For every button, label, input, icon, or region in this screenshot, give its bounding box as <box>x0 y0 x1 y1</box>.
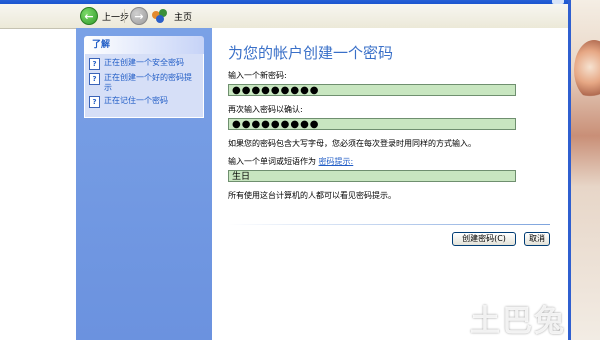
sidebar-item-password-hint[interactable]: ? 正在创建一个好的密码提示 <box>89 73 199 93</box>
panel-header[interactable]: 了解 <box>84 36 204 54</box>
watermark-logo: 土巴兔 <box>470 304 566 339</box>
users-home-icon <box>152 9 170 23</box>
hint-visible-note: 所有使用这台计算机的人都可以看见密码提示。 <box>228 191 396 200</box>
new-password-label: 输入一个新密码: <box>228 71 287 80</box>
sidebar-item-secure-password[interactable]: ? 正在创建一个安全密码 <box>89 58 199 70</box>
learn-about-panel: 了解 ? 正在创建一个安全密码 ? 正在创建一个好的密码提示 ? 正在记住一个密… <box>84 36 204 118</box>
create-password-button[interactable]: 创建密码(C) <box>452 232 516 246</box>
password-hint-link[interactable]: 密码提示: <box>319 157 354 166</box>
help-icon: ? <box>89 96 100 108</box>
sidebar-item-label: 正在创建一个好的密码提示 <box>104 73 192 92</box>
confirm-password-label: 再次输入密码以确认: <box>228 105 303 114</box>
caps-note: 如果您的密码包含大写字母，您必须在每次登录时用同样的方式输入。 <box>228 139 476 148</box>
back-button[interactable]: ← 上一步 <box>80 7 129 25</box>
user-accounts-window: ← 上一步 → 主页 了解 ? 正在创建一个安全密码 ? 正在创建一个好的密码提… <box>0 0 571 340</box>
cancel-button[interactable]: 取消 <box>524 232 550 246</box>
password-hint-field[interactable]: 生日 <box>228 170 516 182</box>
confirm-password-field[interactable]: ●●●●●●●●● <box>228 118 516 130</box>
sidebar-item-remember-password[interactable]: ? 正在记住一个密码 <box>89 96 199 108</box>
help-icon: ? <box>89 73 100 85</box>
back-arrow-icon: ← <box>80 7 98 25</box>
sidebar-item-label: 正在记住一个密码 <box>104 96 168 105</box>
main-content: 为您的帐户创建一个密码 输入一个新密码: ●●●●●●●●● 再次输入密码以确认… <box>212 28 568 340</box>
new-password-field[interactable]: ●●●●●●●●● <box>228 84 516 96</box>
divider <box>228 224 550 225</box>
task-sidebar: 了解 ? 正在创建一个安全密码 ? 正在创建一个好的密码提示 ? 正在记住一个密… <box>76 28 212 340</box>
forward-arrow-icon: → <box>130 7 148 25</box>
sidebar-item-label: 正在创建一个安全密码 <box>104 58 184 67</box>
home-label: 主页 <box>174 12 193 23</box>
hint-label: 输入一个单词或短语作为 密码提示: <box>228 156 353 167</box>
navigation-toolbar: ← 上一步 → 主页 <box>0 4 568 29</box>
page-title: 为您的帐户创建一个密码 <box>228 44 394 62</box>
help-icon: ? <box>89 58 100 70</box>
hint-label-prefix: 输入一个单词或短语作为 <box>228 157 316 166</box>
toolbar-separator <box>124 9 125 23</box>
forward-button[interactable]: → <box>130 7 148 25</box>
panel-body: ? 正在创建一个安全密码 ? 正在创建一个好的密码提示 ? 正在记住一个密码 <box>84 54 204 118</box>
home-button[interactable]: 主页 <box>152 7 192 25</box>
